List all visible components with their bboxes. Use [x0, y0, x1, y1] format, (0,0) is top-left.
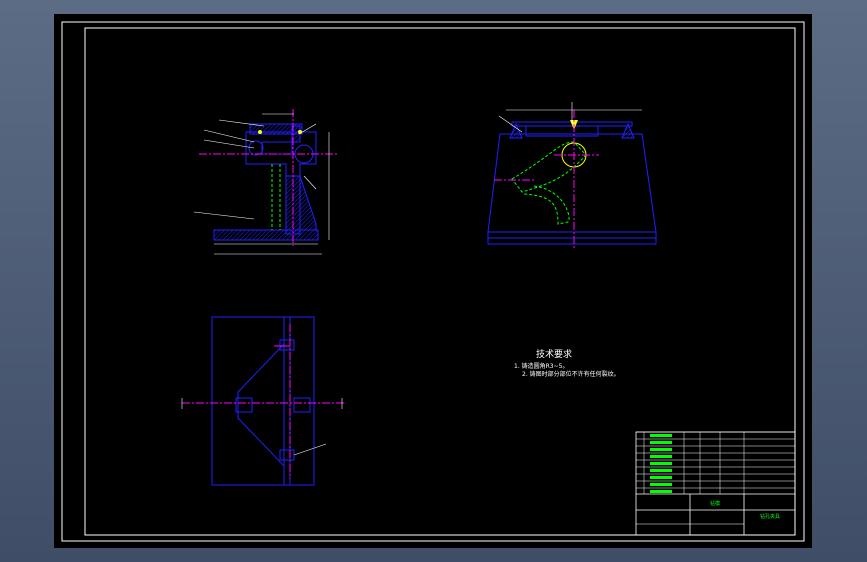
- technical-notes: 技术要求 1. 铸造圆角R3~5。 2. 铸图时部分部位不许有任何裂纹。: [514, 348, 620, 378]
- top-view[interactable]: [181, 316, 346, 486]
- bom-cell-mark: [650, 490, 672, 493]
- notes-title: 技术要求: [536, 348, 572, 360]
- outer-frame: [61, 21, 805, 542]
- bom-cell-mark: [650, 483, 672, 486]
- bom-cell-mark: [650, 476, 672, 479]
- bom-cell-mark: [650, 441, 672, 444]
- front-view[interactable]: [193, 109, 339, 255]
- top-rib: [237, 342, 285, 468]
- top-body: [211, 316, 315, 486]
- title-block[interactable]: 钻模 钻孔夹具: [635, 431, 796, 536]
- cad-viewport[interactable]: 技术要求 1. 铸造圆角R3~5。 2. 铸图时部分部位不许有任何裂纹。 钻模 …: [54, 14, 812, 548]
- bom-cell-mark: [650, 434, 672, 437]
- rib: [299, 175, 317, 231]
- inner-frame: [84, 27, 796, 536]
- bom-cell-mark: [650, 462, 672, 465]
- part-name: 钻模: [710, 500, 720, 507]
- bom-cell-mark: [650, 448, 672, 451]
- note-line-2: 2. 铸图时部分部位不许有任何裂纹。: [522, 370, 620, 378]
- note-line-1: 1. 铸造圆角R3~5。: [514, 362, 568, 370]
- bom-cell-mark: [650, 455, 672, 458]
- bom-cell-mark: [650, 469, 672, 472]
- drawing-number: 钻孔夹具: [760, 513, 780, 520]
- side-body: [487, 133, 657, 233]
- side-view[interactable]: [487, 102, 657, 250]
- drawing-sheet: 技术要求 1. 铸造圆角R3~5。 2. 铸图时部分部位不许有任何裂纹。 钻模 …: [61, 21, 805, 542]
- base-plate: [213, 229, 319, 241]
